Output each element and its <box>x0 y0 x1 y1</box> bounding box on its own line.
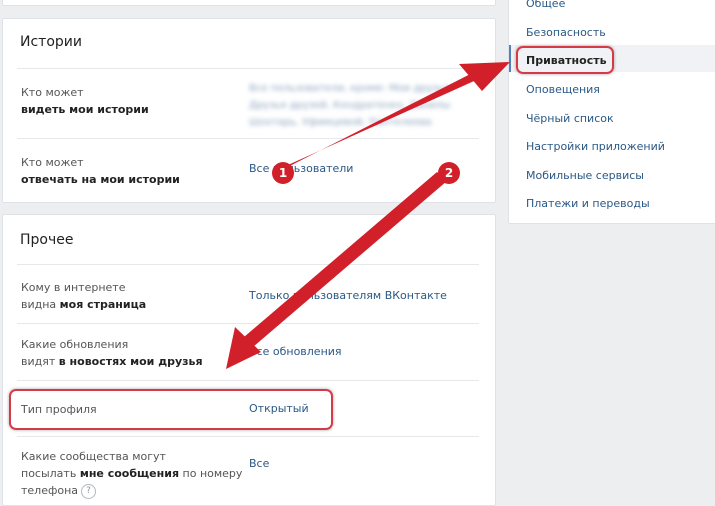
divider <box>17 68 479 69</box>
setting-value-reply-stories[interactable]: Все пользователи <box>249 160 353 177</box>
label-line: Какие обновления <box>21 338 129 351</box>
label-line: по номеру <box>179 467 243 480</box>
nav-item-security[interactable]: Безопасность <box>526 24 606 41</box>
setting-label-community-messages: Какие сообщества могут посылать мне сооб… <box>21 448 251 499</box>
settings-card-top <box>2 0 496 6</box>
label-line: видна <box>21 298 60 311</box>
highlight-profile-type <box>9 389 333 430</box>
nav-item-blacklist[interactable]: Чёрный список <box>526 110 614 127</box>
label-line: телефона <box>21 484 79 497</box>
label-line: посылать <box>21 467 80 480</box>
divider <box>17 138 479 139</box>
setting-label-view-stories: Кто может видеть мои истории <box>21 84 241 118</box>
stories-section: Истории Кто может видеть мои истории Все… <box>2 18 496 203</box>
label-line: Кто может <box>21 86 84 99</box>
setting-label-page-visibility: Кому в интернете видна моя страница <box>21 279 241 313</box>
setting-value-news-updates[interactable]: Все обновления <box>249 343 342 360</box>
help-icon[interactable]: ? <box>81 483 97 499</box>
label-line: видят <box>21 355 59 368</box>
nav-item-notifications[interactable]: Оповещения <box>526 81 600 98</box>
annotation-badge-2: 2 <box>438 162 460 184</box>
label-line: Какие сообщества могут <box>21 450 166 463</box>
nav-item-mobile-services[interactable]: Мобильные сервисы <box>526 167 644 184</box>
label-line-bold: в новостях мои друзья <box>58 355 203 368</box>
nav-item-general[interactable]: Общее <box>526 0 565 12</box>
annotation-badge-1: 1 <box>272 162 294 184</box>
label-line-bold: отвечать на мои истории <box>21 173 180 186</box>
label-line-bold: видеть мои истории <box>21 103 149 116</box>
setting-value-community-messages[interactable]: Все <box>249 455 269 472</box>
divider <box>17 436 479 437</box>
label-line-bold: мне сообщения <box>79 467 180 480</box>
setting-label-reply-stories: Кто может отвечать на мои истории <box>21 154 241 188</box>
nav-item-payments[interactable]: Платежи и переводы <box>526 195 650 212</box>
setting-value-page-visibility[interactable]: Только пользователям ВКонтакте <box>249 287 447 304</box>
setting-value-view-stories[interactable]: Все пользователи, кроме: Мои друзья, Дру… <box>249 80 484 131</box>
settings-nav-menu: Общее Безопасность Приватность Оповещени… <box>508 0 715 224</box>
divider <box>17 323 479 324</box>
highlight-privacy <box>516 46 614 74</box>
section-title-stories: Истории <box>20 34 82 50</box>
other-section: Прочее Кому в интернете видна моя страни… <box>2 214 496 506</box>
nav-item-app-settings[interactable]: Настройки приложений <box>526 138 665 155</box>
setting-label-news-updates: Какие обновления видят в новостях мои др… <box>21 336 241 370</box>
divider <box>17 380 479 381</box>
divider <box>17 264 479 265</box>
label-line: Кто может <box>21 156 84 169</box>
label-line-bold: моя страница <box>59 298 147 311</box>
section-title-other: Прочее <box>20 232 74 248</box>
label-line: Кому в интернете <box>21 281 126 294</box>
